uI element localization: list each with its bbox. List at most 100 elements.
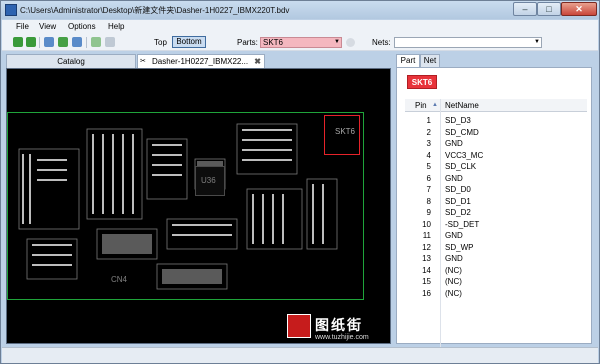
table-row[interactable]: 8 SD_D1: [405, 197, 587, 209]
pin-number: 2: [426, 127, 431, 137]
pin-number: 13: [422, 254, 431, 263]
net-name: SD_D0: [445, 185, 471, 194]
tab-board-file[interactable]: ✂ Dasher-1H0227_IBMX22... ✖: [137, 54, 265, 68]
table-row[interactable]: 9 SD_D2: [405, 208, 587, 220]
column-header-netname[interactable]: NetName: [445, 101, 479, 110]
rotate-right-icon[interactable]: [26, 37, 36, 47]
menu-help[interactable]: Help: [108, 22, 124, 31]
table-row[interactable]: 13 GND: [405, 254, 587, 266]
watermark-logo: 图纸街 www.tuzhijie.com: [287, 314, 387, 343]
part-panel: SKT6 Pin ▲ NetName 1 SD_D3 2 SD_CMD 3 GND 4 VCC…: [396, 67, 592, 349]
net-name: GND: [445, 231, 463, 240]
pin-number: 7: [426, 185, 431, 194]
table-row[interactable]: 15 (NC): [405, 277, 587, 289]
table-row[interactable]: 11 GND: [405, 231, 587, 243]
table-row[interactable]: 6 GND: [405, 174, 587, 186]
status-bar: [2, 347, 598, 363]
fit-view-icon[interactable]: [58, 37, 68, 47]
net-name: SD_D1: [445, 196, 471, 206]
net-name: GND: [445, 139, 463, 148]
logo-icon: [287, 314, 311, 338]
net-name: (NC): [445, 288, 462, 298]
back-arrow-icon[interactable]: [91, 37, 101, 47]
table-row[interactable]: 3 GND: [405, 139, 587, 151]
pin-number: 15: [422, 277, 431, 286]
close-tab-icon[interactable]: ✖: [254, 55, 261, 68]
net-name: SD_D3: [445, 116, 471, 125]
net-name: (NC): [445, 277, 462, 286]
toolbar: Top Bottom Parts: SKT6 ▼ Nets: ▼: [2, 34, 598, 51]
net-name: SD_D2: [445, 208, 471, 217]
net-name: SD_CMD: [445, 127, 479, 137]
table-row[interactable]: 4 VCC3_MC: [405, 151, 587, 163]
parts-search-input[interactable]: SKT6 ▼: [260, 37, 342, 48]
minimize-button[interactable]: –: [513, 2, 537, 16]
zoom-out-icon[interactable]: [72, 37, 82, 47]
window-title: C:\Users\Administrator\Desktop\新建文件夹\Das…: [20, 6, 290, 15]
pin-number: 1: [426, 116, 431, 125]
top-side-label[interactable]: Top: [154, 38, 167, 47]
bottom-side-button[interactable]: Bottom: [172, 36, 206, 48]
forward-arrow-icon[interactable]: [105, 37, 115, 47]
net-name: GND: [445, 254, 463, 263]
chip-u36-label: U36: [201, 176, 216, 185]
table-row[interactable]: 14 (NC): [405, 266, 587, 278]
sort-ascending-icon[interactable]: ▲: [432, 102, 438, 108]
pin-number: 16: [422, 288, 431, 298]
menu-view[interactable]: View: [39, 22, 56, 31]
menu-options[interactable]: Options: [68, 22, 96, 31]
rotate-left-icon[interactable]: [13, 37, 23, 47]
table-row[interactable]: 5 SD_CLK: [405, 162, 587, 174]
table-row[interactable]: 2 SD_CMD: [405, 128, 587, 140]
pin-number: 11: [422, 231, 431, 240]
column-header-pin[interactable]: Pin: [415, 101, 427, 110]
clear-search-icon[interactable]: [346, 38, 355, 47]
pin-number: 8: [426, 196, 431, 206]
nets-label: Nets:: [372, 38, 391, 47]
table-row[interactable]: 12 SD_WP: [405, 243, 587, 255]
board-view-pane: Catalog ✂ Dasher-1H0227_IBMX22... ✖ U36 …: [6, 54, 391, 344]
pin-number: 6: [426, 173, 431, 183]
app-icon: [5, 4, 17, 16]
pin-number: 12: [422, 242, 431, 252]
close-button[interactable]: ✕: [561, 2, 597, 16]
part-badge[interactable]: SKT6: [407, 75, 437, 89]
pin-number: 10: [422, 219, 431, 229]
pin-number: 4: [426, 150, 431, 160]
zoom-in-icon[interactable]: [44, 37, 54, 47]
tab-part[interactable]: Part: [396, 54, 420, 67]
app-window: C:\Users\Administrator\Desktop\新建文件夹\Das…: [0, 0, 600, 364]
table-row[interactable]: 16 (NC): [405, 289, 587, 301]
maximize-button[interactable]: □: [537, 2, 561, 16]
menu-bar: File View Options Help: [2, 20, 598, 34]
table-header: Pin ▲ NetName: [405, 99, 587, 112]
pin-number: 14: [422, 265, 431, 275]
logo-text: 图纸街: [315, 318, 363, 334]
board-components: [18, 123, 338, 290]
part-info-pane: Part Net SKT6 Pin ▲ NetName 1 SD_D3 2 SD_CM…: [394, 54, 594, 349]
tab-catalog[interactable]: Catalog: [6, 54, 136, 68]
pin-number: 9: [426, 208, 431, 217]
table-row[interactable]: 7 SD_D0: [405, 185, 587, 197]
table-row[interactable]: 1 SD_D3: [405, 116, 587, 128]
pin-number: 5: [426, 162, 431, 171]
menu-file[interactable]: File: [16, 22, 29, 31]
table-row[interactable]: 10 -SD_DET: [405, 220, 587, 232]
net-name: SD_WP: [445, 242, 474, 252]
tab-board-label: Dasher-1H0227_IBMX22...: [152, 57, 249, 66]
net-name: VCC3_MC: [445, 150, 484, 160]
chevron-down-icon[interactable]: ▼: [334, 38, 340, 47]
chevron-down-icon[interactable]: ▼: [534, 38, 540, 47]
pin-number: 3: [426, 139, 431, 148]
net-name: SD_CLK: [445, 162, 477, 171]
board-canvas[interactable]: U36 CN4 SKT6 图纸街 www.tuzhijie.com: [6, 68, 391, 344]
toolbar-separator: [39, 37, 40, 48]
chip-cn4-label: CN4: [111, 275, 128, 284]
parts-input-value: SKT6: [263, 38, 284, 47]
parts-label: Parts:: [237, 38, 258, 47]
nets-search-input[interactable]: ▼: [394, 37, 542, 48]
scissors-icon: ✂: [140, 58, 146, 65]
selected-part-label: SKT6: [335, 127, 356, 136]
tab-net[interactable]: Net: [420, 54, 440, 67]
net-name: -SD_DET: [445, 219, 480, 229]
